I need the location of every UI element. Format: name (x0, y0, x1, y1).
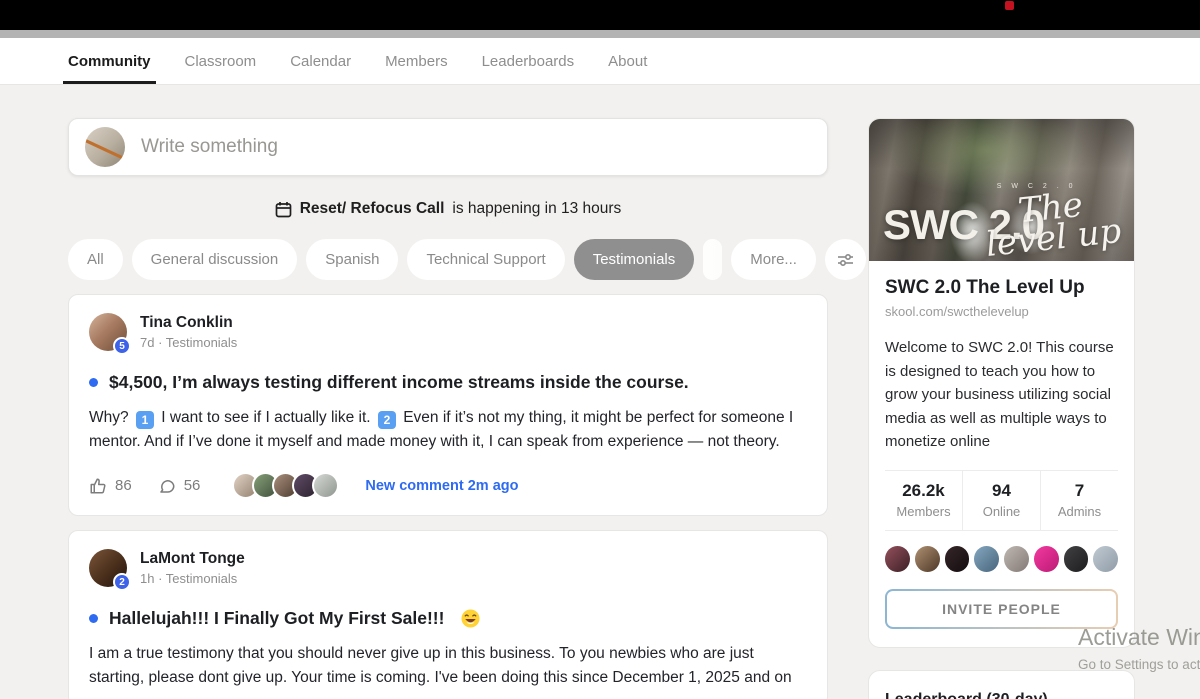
stat-value: 94 (992, 480, 1011, 500)
invite-people-button[interactable]: INVITE PEOPLE (885, 589, 1118, 629)
tab-members[interactable]: Members (385, 38, 448, 84)
sliders-icon (837, 253, 853, 266)
level-badge: 5 (113, 337, 131, 355)
avatar (312, 472, 340, 499)
filter-testimonials[interactable]: Testimonials (573, 239, 695, 280)
member-avatar-row (885, 545, 1118, 572)
stat-value: 26.2k (902, 480, 945, 500)
body-text: Why? (89, 409, 129, 426)
level-badge: 2 (113, 573, 131, 591)
filter-instagram[interactable]: Instagram (703, 239, 723, 280)
category-filter-row: All General discussion Spanish Technical… (68, 239, 866, 280)
stat-label: Members (896, 503, 951, 519)
post-card[interactable]: 2 LaMont Tonge 1h · Testimonials Hallelu… (68, 530, 828, 699)
stat-value: 7 (1074, 480, 1085, 500)
post-composer[interactable]: Write something (68, 118, 828, 176)
group-stats: 26.2k Members 94 Online 7 Admins (885, 469, 1118, 531)
filter-more[interactable]: More... (731, 239, 816, 280)
community-nav: Community Classroom Calendar Members Lea… (0, 38, 1200, 85)
tab-about[interactable]: About (608, 38, 647, 84)
composer-placeholder: Write something (141, 136, 278, 157)
stat-label: Online (982, 503, 1021, 519)
comment-icon (159, 479, 175, 493)
upcoming-event-banner[interactable]: Reset/ Refocus Call is happening in 13 h… (68, 200, 828, 218)
stat-online[interactable]: 94 Online (962, 470, 1040, 530)
post-meta: 1h · Testimonials (140, 571, 238, 586)
post-body: Why? 1 I want to see if I actually like … (89, 406, 807, 454)
post-meta: 7d · Testimonials (140, 335, 238, 350)
like-button[interactable]: 86 (89, 477, 132, 495)
member-avatar[interactable] (885, 545, 910, 572)
member-avatar[interactable] (1063, 545, 1089, 572)
feed-column: Write something Reset/ Refocus Call is h… (68, 85, 866, 699)
event-title: Reset/ Refocus Call (299, 200, 445, 217)
banner-script-text: The level up (984, 184, 1124, 265)
member-avatar[interactable] (1033, 545, 1059, 572)
group-banner-image[interactable]: S W C 2 . 0 SWC 2.0 The level up (869, 119, 1134, 265)
filter-spanish[interactable]: Spanish (306, 239, 399, 280)
comment-count: 56 (183, 477, 201, 494)
event-time-text: is happening in 13 hours (452, 200, 622, 217)
chrome-divider (0, 30, 1200, 38)
member-avatar[interactable] (974, 545, 999, 572)
extension-red-icon[interactable] (1005, 1, 1014, 10)
current-user-avatar (85, 127, 125, 167)
filter-all[interactable]: All (68, 239, 123, 280)
commenter-avatars (232, 472, 340, 499)
new-comment-link[interactable]: New comment 2m ago (365, 478, 518, 494)
browser-chrome-bar (0, 0, 1200, 30)
filter-technical-support[interactable]: Technical Support (407, 239, 565, 280)
post-author-avatar[interactable]: 5 (89, 313, 131, 355)
grinning-face-emoji (461, 609, 480, 628)
body-text: I want to see if I actually like it. (161, 409, 371, 426)
tab-calendar[interactable]: Calendar (290, 38, 351, 84)
group-description: Welcome to SWC 2.0! This course is desig… (885, 339, 1114, 450)
unread-dot (89, 378, 98, 387)
keycap-2-emoji: 2 (377, 411, 396, 429)
keycap-1-emoji: 1 (135, 411, 154, 429)
filter-general-discussion[interactable]: General discussion (131, 239, 298, 280)
stat-label: Admins (1057, 503, 1102, 519)
post-card[interactable]: 5 Tina Conklin 7d · Testimonials $4,500,… (68, 294, 828, 516)
group-url: skool.com/swcthelevelup (885, 304, 1029, 319)
member-avatar[interactable] (944, 545, 970, 572)
tab-community[interactable]: Community (63, 38, 155, 84)
post-author-name[interactable]: Tina Conklin (140, 314, 237, 332)
group-name[interactable]: SWC 2.0 The Level Up (885, 277, 1118, 299)
member-avatar[interactable] (1004, 545, 1029, 572)
post-author-name[interactable]: LaMont Tonge (140, 550, 245, 568)
member-avatar[interactable] (914, 545, 940, 572)
group-info-card: S W C 2 . 0 SWC 2.0 The level up SWC 2.0… (868, 118, 1135, 648)
like-count: 86 (115, 477, 132, 494)
calendar-icon (275, 201, 292, 217)
comment-button[interactable]: 56 (158, 477, 201, 495)
post-title[interactable]: $4,500, I’m always testing different inc… (109, 372, 689, 393)
filter-settings-button[interactable] (824, 239, 866, 280)
post-author-avatar[interactable]: 2 (89, 549, 131, 591)
post-body: I am a true testimony that you should ne… (89, 645, 792, 686)
tab-leaderboards[interactable]: Leaderboards (482, 38, 575, 84)
unread-dot (89, 614, 98, 623)
leaderboard-card: Leaderboard (30-day) (868, 669, 1135, 699)
tab-classroom[interactable]: Classroom (185, 38, 257, 84)
member-avatar[interactable] (1093, 545, 1118, 572)
post-title[interactable]: Hallelujah!!! I Finally Got My First Sal… (109, 608, 444, 629)
stat-members[interactable]: 26.2k Members (885, 471, 962, 530)
leaderboard-title: Leaderboard (30-day) (885, 690, 1048, 699)
sidebar: S W C 2 . 0 SWC 2.0 The level up SWC 2.0… (868, 85, 1135, 699)
stat-admins[interactable]: 7 Admins (1040, 470, 1118, 530)
thumbs-up-icon (90, 478, 106, 493)
